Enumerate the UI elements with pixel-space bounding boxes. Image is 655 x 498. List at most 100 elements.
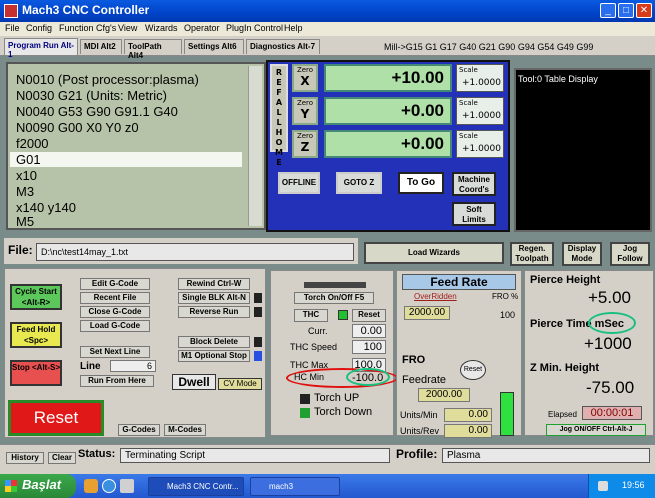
load-wizards-button[interactable]: Load Wizards bbox=[364, 242, 504, 264]
tab-mdi[interactable]: MDI Alt2 bbox=[80, 39, 122, 54]
gcode-line: N0090 G00 X0 Y0 z0 bbox=[16, 120, 139, 135]
goto-z-button[interactable]: GOTO Z bbox=[336, 172, 382, 194]
block-delete-button[interactable]: Block Delete bbox=[178, 336, 250, 348]
torch-led bbox=[304, 282, 366, 288]
gcode-line: x10 bbox=[16, 168, 37, 183]
thc-speed-value[interactable]: 100 bbox=[352, 340, 386, 354]
tray-icon[interactable] bbox=[598, 481, 608, 491]
menu-operator[interactable]: Operator bbox=[184, 23, 220, 33]
block-delete-led bbox=[254, 337, 262, 347]
close-button[interactable]: ✕ bbox=[636, 3, 652, 18]
menu-function-cfgs[interactable]: Function Cfg's bbox=[59, 23, 116, 33]
scale-label: Scale bbox=[459, 66, 478, 74]
axis-letter-y: Y bbox=[300, 107, 310, 121]
menu-config[interactable]: Config bbox=[26, 23, 52, 33]
gcode-scrollbar[interactable] bbox=[248, 66, 262, 226]
scale-z: Scale +1.0000 bbox=[456, 130, 504, 158]
quicklaunch-icon[interactable] bbox=[84, 479, 98, 493]
ref-all-home-button[interactable]: REF ALL HOME bbox=[270, 64, 288, 167]
m1-optional-led bbox=[254, 351, 262, 361]
close-gcode-button[interactable]: Close G-Code bbox=[80, 306, 150, 318]
gcode-line: x140 y140 bbox=[16, 200, 76, 215]
maximize-button[interactable]: □ bbox=[618, 3, 634, 18]
toolpath-display[interactable] bbox=[514, 68, 652, 232]
menu-help[interactable]: Help bbox=[284, 23, 303, 33]
zero-z-button[interactable]: Zero Z bbox=[292, 130, 318, 158]
zero-y-button[interactable]: Zero Y bbox=[292, 97, 318, 125]
mcodes-button[interactable]: M-Codes bbox=[164, 424, 206, 436]
tab-diagnostics[interactable]: Diagnostics Alt-7 bbox=[246, 39, 320, 54]
edit-gcode-button[interactable]: Edit G-Code bbox=[80, 278, 150, 290]
feedrate-value: 2000.00 bbox=[418, 388, 470, 402]
annotation-ellipse-msec bbox=[588, 312, 636, 334]
menu-view[interactable]: View bbox=[118, 23, 137, 33]
history-button[interactable]: History bbox=[6, 452, 44, 464]
gcode-line-current: G01 bbox=[10, 152, 242, 167]
window-bottom bbox=[0, 466, 655, 474]
file-path-field: D:\nc\test14may_1.txt bbox=[36, 243, 354, 261]
elapsed-time: 00:00:01 bbox=[582, 406, 642, 420]
thc-button[interactable]: THC bbox=[294, 309, 328, 322]
line-number[interactable]: 6 bbox=[110, 360, 156, 372]
stop-button[interactable]: Stop <Alt-S> bbox=[10, 360, 62, 386]
ref-all-home-label: REF ALL HOME bbox=[275, 68, 283, 167]
load-gcode-button[interactable]: Load G-Code bbox=[80, 320, 150, 332]
soft-limits-button[interactable]: Soft Limits bbox=[452, 202, 496, 226]
set-next-line-button[interactable]: Set Next Line bbox=[80, 346, 150, 358]
machine-coords-button[interactable]: Machine Coord's bbox=[452, 172, 496, 196]
pierce-height-value[interactable]: +5.00 bbox=[588, 288, 631, 308]
minimize-button[interactable]: _ bbox=[600, 3, 616, 18]
reverse-run-button[interactable]: Reverse Run bbox=[178, 306, 250, 318]
fro-reset-button[interactable]: Reset bbox=[460, 360, 486, 380]
offline-button[interactable]: OFFLINE bbox=[278, 172, 320, 194]
reset-button[interactable]: Reset bbox=[8, 400, 104, 436]
clear-button[interactable]: Clear bbox=[48, 452, 76, 464]
scale-value: +1.0000 bbox=[461, 78, 501, 88]
modal-gcodes: Mill->G15 G1 G17 G40 G21 G90 G94 G54 G49… bbox=[384, 42, 594, 52]
feed-rate-title: Feed Rate bbox=[402, 274, 516, 290]
run-from-here-button[interactable]: Run From Here bbox=[80, 375, 154, 387]
tab-settings[interactable]: Settings Alt6 bbox=[184, 39, 244, 54]
zero-x-button[interactable]: Zero X bbox=[292, 64, 318, 92]
gcodes-button[interactable]: G-Codes bbox=[118, 424, 160, 436]
file-label: File: bbox=[8, 243, 33, 257]
units-rev-value: 0.00 bbox=[444, 424, 492, 438]
z-min-height-value[interactable]: -75.00 bbox=[586, 378, 634, 398]
torch-down-label: Torch Down bbox=[314, 406, 373, 418]
window-title: Mach3 CNC Controller bbox=[22, 3, 150, 17]
thc-min-value[interactable]: -100.0 bbox=[352, 372, 386, 385]
gcode-line: N0030 G21 (Units: Metric) bbox=[16, 88, 167, 103]
recent-file-button[interactable]: Recent File bbox=[80, 292, 150, 304]
jog-follow-button[interactable]: Jog Follow bbox=[610, 242, 650, 266]
desktop-icon[interactable] bbox=[120, 479, 134, 493]
m1-optional-stop-button[interactable]: M1 Optional Stop bbox=[178, 350, 250, 362]
jog-onoff-button[interactable]: Jog ON/OFF Ctrl-Alt-J bbox=[546, 424, 646, 436]
browser-icon[interactable] bbox=[102, 479, 116, 493]
menu-file[interactable]: File bbox=[5, 23, 20, 33]
fro-label: FRO bbox=[402, 354, 426, 366]
gcode-listing[interactable]: N0010 (Post processor:plasma) N0030 G21 … bbox=[6, 62, 266, 230]
thc-reset-button[interactable]: Reset bbox=[352, 309, 386, 322]
regen-toolpath-button[interactable]: Regen. Toolpath bbox=[510, 242, 554, 266]
feed-hold-button[interactable]: Feed Hold <Spc> bbox=[10, 322, 62, 348]
menu-wizards[interactable]: Wizards bbox=[145, 23, 178, 33]
rewind-button[interactable]: Rewind Ctrl-W bbox=[178, 278, 250, 290]
fro-pct-value: 100 bbox=[500, 310, 516, 320]
taskbar-item-folder[interactable]: mach3 bbox=[250, 477, 340, 496]
taskbar-item-mach3[interactable]: Mach3 CNC Contr... bbox=[148, 477, 244, 496]
scale-value: +1.0000 bbox=[461, 144, 501, 154]
menu-plugin-control[interactable]: PlugIn Control bbox=[226, 23, 283, 33]
axis-letter-x: X bbox=[300, 74, 310, 88]
tab-program-run[interactable]: Program Run Alt-1 bbox=[4, 38, 78, 59]
cycle-start-button[interactable]: Cycle Start <Alt-R> bbox=[10, 284, 62, 310]
torch-onoff-button[interactable]: Torch On/Off F5 bbox=[294, 292, 374, 304]
tab-toolpath[interactable]: ToolPath Alt4 bbox=[124, 39, 182, 60]
pierce-time-value[interactable]: +1000 bbox=[584, 334, 632, 354]
windows-logo-icon bbox=[5, 480, 17, 492]
z-min-height-label: Z Min. Height bbox=[530, 362, 600, 374]
feed-slider[interactable] bbox=[500, 392, 514, 436]
display-mode-button[interactable]: Display Mode bbox=[562, 242, 602, 266]
to-go-button[interactable]: To Go bbox=[398, 172, 444, 194]
app-icon bbox=[4, 4, 18, 18]
single-block-button[interactable]: Single BLK Alt-N bbox=[178, 292, 250, 304]
